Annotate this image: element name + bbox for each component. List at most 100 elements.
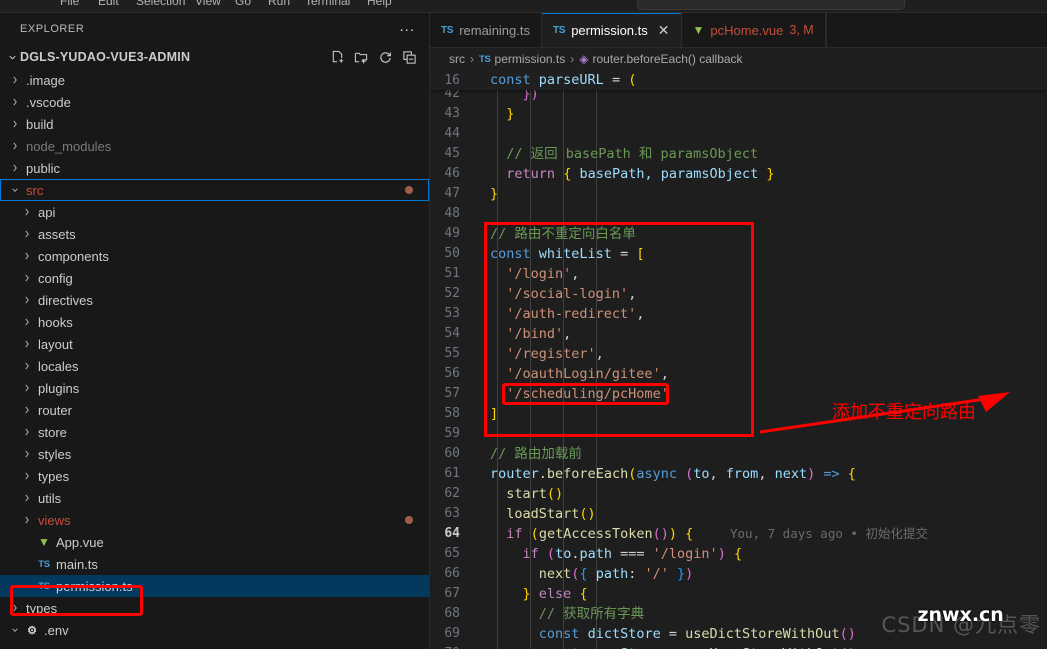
explorer-overflow-icon[interactable]: ... [393,19,421,34]
menu-item-help[interactable]: Help [367,0,392,8]
line-content: router.beforeEach(async (to, from, next)… [490,466,856,482]
chevron-right-icon [20,449,34,459]
root-folder-label: DGLS-YUDAO-VUE3-ADMIN [20,50,191,64]
command-center[interactable] [637,0,905,10]
chevron-right-icon [20,207,34,217]
new-file-icon[interactable] [330,50,345,65]
line-number: 62 [444,486,460,501]
code-line-57: 57 '/scheduling/pcHome' [430,384,1047,404]
menu-item-go[interactable]: Go [235,0,251,8]
explorer-file-tree[interactable]: .image .vscode build node_modules public src a… [0,69,429,649]
tree-item-types[interactable]: types [0,597,429,619]
menu-bar: File Edit Selection View Go Run Terminal… [0,0,1047,13]
tree-item-components[interactable]: components [0,245,429,267]
tree-item-src[interactable]: src [0,179,429,201]
tree-item--vscode[interactable]: .vscode [0,91,429,113]
tree-item-assets[interactable]: assets [0,223,429,245]
code-line-43: 43 } [430,104,1047,124]
tree-item--env[interactable]: ⚙ .env [0,619,429,641]
tree-item-store[interactable]: store [0,421,429,443]
menu-item-file[interactable]: File [60,0,79,8]
line-content: next({ path: '/' }) [538,566,694,582]
breadcrumb[interactable]: src › TS permission.ts › ◈ router.before… [430,48,1047,70]
symbol-function-icon: ◈ [579,52,589,66]
tree-item-permission-ts[interactable]: TS permission.ts [0,575,429,597]
tree-item-build[interactable]: build [0,113,429,135]
editor-tab-pchome-vue[interactable]: ▼ pcHome.vue 3, M [681,13,826,47]
editor-tab-bar[interactable]: TS remaining.ts TS permission.ts ✕ ▼ pcHome.vu… [430,13,1047,48]
typescript-file-icon: TS [553,24,566,36]
tree-item-locales[interactable]: locales [0,355,429,377]
code-line-66: 66 next({ path: '/' }) [430,564,1047,584]
menu-item-terminal[interactable]: Terminal [305,0,350,8]
menu-item-run[interactable]: Run [268,0,290,8]
line-content: // 路由不重定向白名单 [490,226,636,242]
code-line-67: 67 } else { [430,584,1047,604]
line-content: '/bind', [506,326,572,342]
breadcrumb-item-file[interactable]: permission.ts [495,52,566,66]
code-line-70: 70 const userStore = useUserStoreWithOut… [430,644,1047,649]
line-number: 58 [444,406,460,421]
tree-item-types[interactable]: types [0,465,429,487]
tree-item-api[interactable]: api [0,201,429,223]
chevron-right-icon [20,493,34,503]
code-editor[interactable]: 42 }) 43 } 44 45 // 返回 basePath 和 paramsObj… [430,90,1047,649]
menu-item-edit[interactable]: Edit [98,0,119,8]
breadcrumb-item-folder[interactable]: src [449,52,465,66]
git-status-dot [405,516,413,524]
chevron-right-icon [20,471,34,481]
tree-item-directives[interactable]: directives [0,289,429,311]
tree-item-public[interactable]: public [0,157,429,179]
tree-item--image[interactable]: .image [0,69,429,91]
menu-item-selection[interactable]: Selection [136,0,185,8]
tree-item-label: App.vue [56,534,104,550]
refresh-icon[interactable] [378,50,393,65]
git-status-dot [405,186,413,194]
tree-item-views[interactable]: views [0,509,429,531]
line-number: 57 [444,386,460,401]
breadcrumb-item-symbol[interactable]: router.beforeEach() callback [592,52,742,66]
tree-item-config[interactable]: config [0,267,429,289]
tree-item-label: .env [44,622,69,638]
line-number: 64 [444,526,460,541]
explorer-root-folder[interactable]: DGLS-YUDAO-VUE3-ADMIN [0,45,429,69]
line-content: '/social-login', [506,286,637,302]
line-number: 48 [444,206,460,221]
new-folder-icon[interactable] [354,50,369,65]
line-content: '/login', [506,266,580,282]
tree-item-utils[interactable]: utils [0,487,429,509]
typescript-file-icon: TS [38,558,50,570]
line-content: '/scheduling/pcHome' [506,386,669,402]
breadcrumb-separator-icon: › [470,52,474,66]
line-number: 54 [444,326,460,341]
typescript-file-icon: TS [441,24,454,36]
tree-item-app-vue[interactable]: ▼ App.vue [0,531,429,553]
line-number: 50 [444,246,460,261]
line-number: 52 [444,286,460,301]
chevron-right-icon [8,75,22,85]
editor-tab-permission-ts[interactable]: TS permission.ts ✕ [542,13,682,47]
tree-item-node-modules[interactable]: node_modules [0,135,429,157]
tree-item-hooks[interactable]: hooks [0,311,429,333]
editor-tab-label: remaining.ts [459,22,530,38]
tree-item-label: locales [38,358,79,374]
line-content: // 获取所有字典 [538,606,645,622]
tree-item-layout[interactable]: layout [0,333,429,355]
editor-tab-remaining-ts[interactable]: TS remaining.ts [430,13,542,47]
sticky-scroll-line[interactable]: 16 const parseURL = ( [430,70,1047,90]
breadcrumb-separator-icon-2: › [570,52,575,66]
code-line-50: 50 const whiteList = [ [430,244,1047,264]
tree-item-main-ts[interactable]: TS main.ts [0,553,429,575]
tree-item-router[interactable]: router [0,399,429,421]
menu-item-view[interactable]: View [195,0,221,8]
tree-item-styles[interactable]: styles [0,443,429,465]
chevron-right-icon [20,383,34,393]
line-content: } [506,106,515,122]
tree-item-label: store [38,424,67,440]
line-content: const whiteList = [ [490,246,645,262]
collapse-all-icon[interactable] [402,50,417,65]
close-icon[interactable]: ✕ [658,23,670,37]
code-line-54: 54 '/bind', [430,324,1047,344]
tree-item-plugins[interactable]: plugins [0,377,429,399]
line-content: '/register', [506,346,604,362]
